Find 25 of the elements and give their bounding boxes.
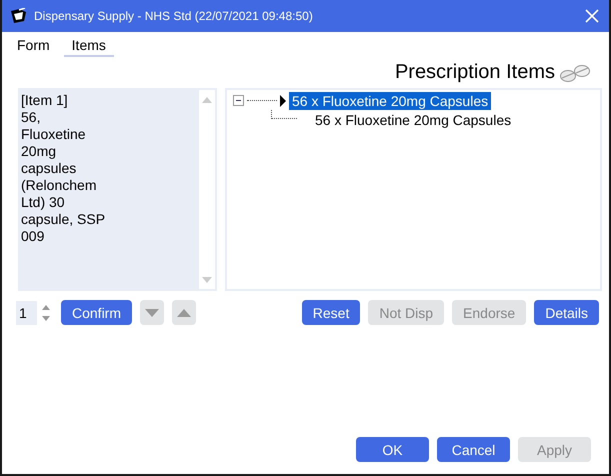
move-up-button[interactable] <box>172 300 196 325</box>
up-arrow-icon <box>177 308 192 316</box>
down-arrow-icon <box>145 308 160 316</box>
collapse-icon[interactable] <box>233 94 245 106</box>
item-description: [Item 1] 56, Fluoxetine 20mg capsules (Relonchem Ltd) 30 capsule, SSP 009 <box>20 91 106 246</box>
spinner-icon[interactable] <box>41 302 51 322</box>
close-icon[interactable] <box>585 9 599 23</box>
section-heading: Prescription Items <box>394 61 555 84</box>
move-down-button[interactable] <box>140 300 164 325</box>
dialog-button[interactable]: OK <box>356 437 429 462</box>
dialog-button[interactable]: Cancel <box>437 437 510 462</box>
pointer-icon <box>279 94 287 106</box>
tree-item[interactable]: 56 x Fluoxetine 20mg Capsules <box>312 110 514 128</box>
tablets-icon <box>559 62 591 82</box>
scroll-bar[interactable] <box>199 90 215 289</box>
tab[interactable]: Form <box>15 36 52 57</box>
window-title: Dispensary Supply - NHS Std (22/07/2021 09:48:50) <box>34 9 314 23</box>
tree-item[interactable]: 56 x Fluoxetine 20mg Capsules <box>289 92 492 110</box>
tab[interactable]: Items <box>64 36 114 57</box>
quantity-field[interactable]: 1 <box>16 300 37 324</box>
scroll-down-icon[interactable] <box>202 277 212 283</box>
confirm-button[interactable]: Confirm <box>61 300 132 325</box>
action-button[interactable]: Details <box>534 300 599 325</box>
action-button[interactable]: Reset <box>302 300 360 325</box>
scroll-up-icon[interactable] <box>202 97 212 103</box>
